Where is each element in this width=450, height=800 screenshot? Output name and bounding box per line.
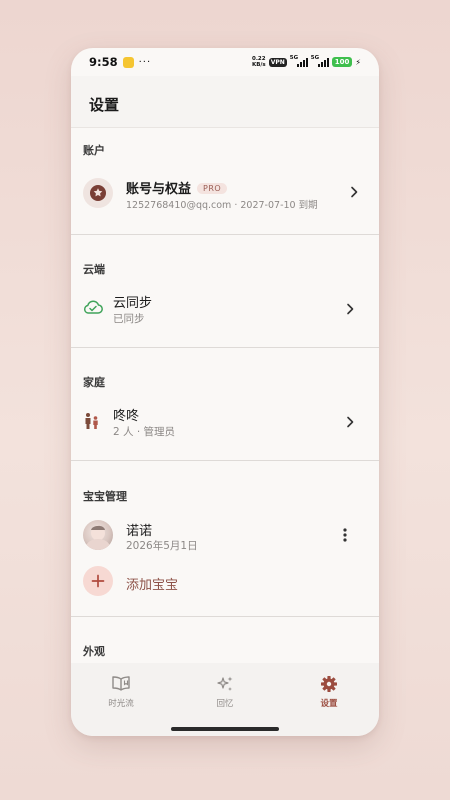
- network-speed: 0.22 KB/s: [252, 56, 266, 68]
- baby-row[interactable]: 诺诺 2026年5月1日: [71, 518, 379, 552]
- cloud-check-icon: [84, 300, 103, 314]
- divider: [71, 347, 379, 348]
- more-notifications-icon: ···: [138, 56, 152, 68]
- home-indicator[interactable]: [171, 727, 279, 731]
- cloud-sync-title: 云同步: [113, 296, 153, 311]
- page-header: 设置: [71, 76, 379, 128]
- status-time: 9:58: [89, 55, 118, 69]
- cloud-sync-status: 已同步: [113, 313, 145, 325]
- signal-icon: 5G: [289, 54, 308, 67]
- more-vertical-icon[interactable]: [343, 528, 347, 542]
- section-label-appearance: 外观: [83, 645, 105, 658]
- section-label-cloud: 云端: [83, 263, 105, 276]
- section-label-family: 家庭: [83, 376, 105, 389]
- divider: [71, 234, 379, 235]
- baby-avatar: [83, 520, 113, 550]
- chevron-right-icon: [351, 186, 358, 198]
- family-title: 咚咚: [113, 409, 140, 424]
- battery-indicator: 100: [331, 57, 353, 67]
- divider: [71, 460, 379, 461]
- chevron-right-icon: [347, 303, 354, 315]
- baby-name: 诺诺: [126, 524, 153, 539]
- bottom-tab-bar: 时光流 回忆 设置: [71, 663, 379, 736]
- add-icon: [83, 566, 113, 596]
- net-speed-unit: KB/s: [251, 62, 266, 68]
- account-title-text: 账号与权益: [126, 182, 192, 197]
- status-bar: 9:58 ··· 0.22 KB/s VPN 5G 5G 100 ⚡: [71, 48, 379, 76]
- section-label-account: 账户: [83, 144, 105, 157]
- book-icon: [112, 676, 130, 691]
- tab-settings[interactable]: 设置: [289, 675, 369, 709]
- tab-label: 设置: [320, 699, 338, 709]
- tab-label: 回忆: [216, 699, 234, 709]
- phone-screen: 9:58 ··· 0.22 KB/s VPN 5G 5G 100 ⚡ 设置 账户: [71, 48, 379, 736]
- signal-label-2: 5G: [310, 54, 320, 61]
- family-subtitle: 2 人 · 管理员: [113, 426, 176, 438]
- charging-icon: ⚡: [355, 57, 361, 67]
- signal-icon-2: 5G: [310, 54, 329, 67]
- signal-label: 5G: [289, 54, 299, 61]
- notification-app-icon: [122, 56, 134, 68]
- family-row[interactable]: 咚咚 2 人 · 管理员: [71, 403, 379, 443]
- family-icon: [85, 413, 98, 429]
- account-title: 账号与权益 PRO: [126, 178, 228, 197]
- add-baby-button[interactable]: 添加宝宝: [71, 566, 379, 600]
- tab-timeline[interactable]: 时光流: [81, 675, 161, 709]
- add-baby-label: 添加宝宝: [126, 578, 179, 593]
- section-label-babies: 宝宝管理: [83, 490, 127, 503]
- baby-birthday: 2026年5月1日: [126, 540, 198, 552]
- account-row[interactable]: 账号与权益 PRO 1252768410@qq.com · 2027-07-10 …: [71, 172, 379, 216]
- star-badge-icon: [83, 178, 113, 208]
- vpn-indicator: VPN: [268, 57, 287, 67]
- page-title: 设置: [89, 96, 120, 114]
- chevron-right-icon: [347, 416, 354, 428]
- tab-label: 时光流: [108, 699, 134, 709]
- pro-badge: PRO: [197, 183, 228, 194]
- divider: [71, 616, 379, 617]
- cloud-sync-row[interactable]: 云同步 已同步: [71, 290, 379, 330]
- gear-icon: [321, 676, 337, 692]
- tab-memories[interactable]: 回忆: [185, 675, 265, 709]
- account-subtitle: 1252768410@qq.com · 2027-07-10 到期: [126, 200, 318, 211]
- sparkle-icon: [217, 676, 233, 691]
